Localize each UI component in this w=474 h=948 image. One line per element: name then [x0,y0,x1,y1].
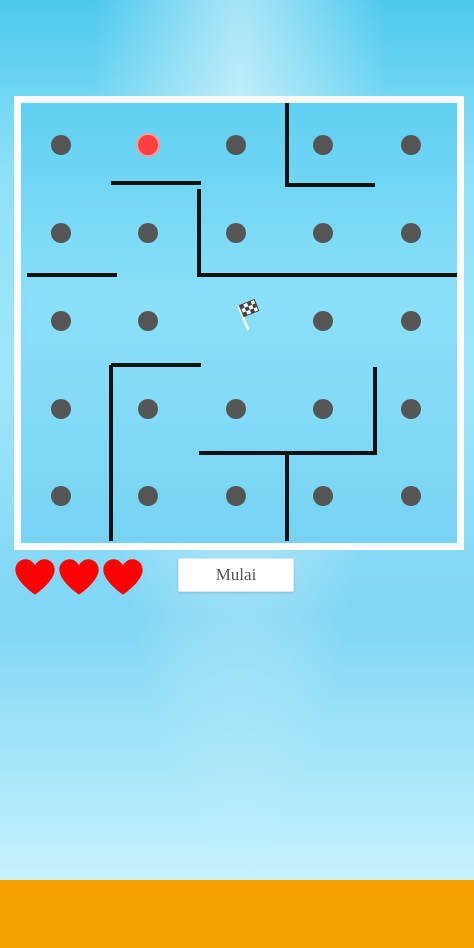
maze-dot[interactable] [51,311,71,331]
maze-dots[interactable] [51,133,421,506]
maze-dot[interactable] [401,486,421,506]
maze-dot[interactable] [401,399,421,419]
maze-dot[interactable] [226,399,246,419]
maze-dot[interactable] [51,399,71,419]
maze-dot[interactable] [313,223,333,243]
maze-dot[interactable] [226,486,246,506]
maze-dot[interactable] [401,223,421,243]
maze-dot[interactable] [138,223,158,243]
maze-dot[interactable] [313,311,333,331]
hud: Mulai [14,556,474,596]
lives-indicator [14,558,144,596]
maze-dot[interactable] [313,399,333,419]
heart-icon [15,559,55,595]
checkered-flag-icon [237,298,260,331]
maze-dot[interactable] [51,486,71,506]
maze-dot[interactable] [138,486,158,506]
active-dot[interactable] [136,133,160,157]
maze-dot[interactable] [51,135,71,155]
maze-dot[interactable] [401,135,421,155]
maze-dot[interactable] [138,399,158,419]
maze-walls [27,103,457,541]
maze-dot[interactable] [313,486,333,506]
maze-dot[interactable] [226,135,246,155]
heart-icon [59,559,99,595]
start-button[interactable]: Mulai [178,558,294,592]
maze-dot[interactable] [401,311,421,331]
maze-canvas[interactable] [21,103,457,543]
ground-bar [0,880,474,948]
maze-dot[interactable] [138,311,158,331]
maze-dot[interactable] [226,223,246,243]
maze-dot[interactable] [51,223,71,243]
heart-icon [103,559,143,595]
maze-dot[interactable] [313,135,333,155]
maze-board[interactable] [14,96,464,550]
